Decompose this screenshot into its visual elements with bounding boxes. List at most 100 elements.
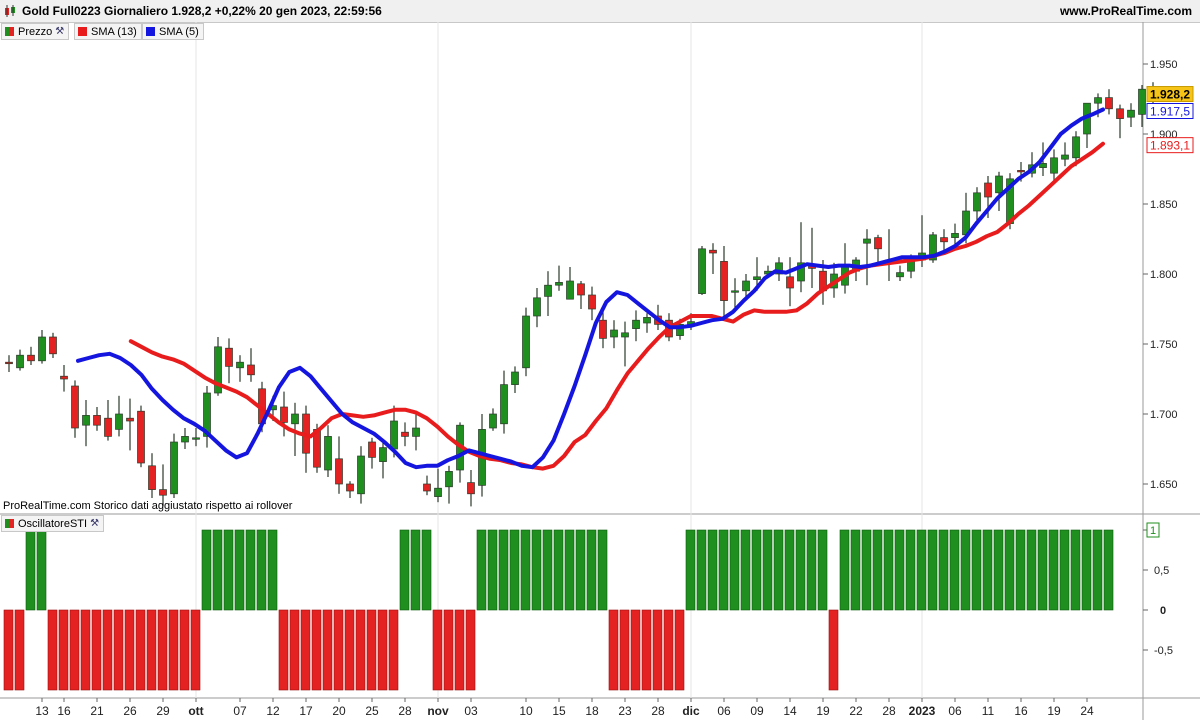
price-tag-label: 1.893,1 xyxy=(1150,139,1190,153)
time-tick-label: 20 xyxy=(332,704,346,718)
chart-title: Gold Full0223 Giornaliero 1.928,2 +0,22%… xyxy=(22,4,382,18)
candle-body xyxy=(709,249,717,254)
wrench-icon[interactable]: ⚒ xyxy=(90,518,99,529)
candle-body xyxy=(467,482,475,495)
oscillator-bar xyxy=(960,529,971,611)
oscillator-bar xyxy=(399,529,410,611)
sma13-swatch xyxy=(78,27,87,36)
oscillator-bar xyxy=(267,529,278,611)
candle-body xyxy=(115,413,123,430)
site-link[interactable]: www.ProRealTime.com xyxy=(1060,4,1192,18)
candle-body xyxy=(1072,136,1080,159)
oscillator-bar xyxy=(520,529,531,611)
oscillator-bar xyxy=(212,529,223,611)
oscillator-bar xyxy=(421,529,432,611)
time-tick-label: 15 xyxy=(552,704,566,718)
legend-price[interactable]: Prezzo ⚒ xyxy=(1,23,70,40)
oscillator-bar xyxy=(366,609,377,691)
candle-body xyxy=(698,248,706,294)
oscillator-bar xyxy=(564,529,575,611)
oscillator-bar xyxy=(949,529,960,611)
legend-oscillator[interactable]: OscillatoreSTI ⚒ xyxy=(1,515,105,532)
oscillator-bar xyxy=(553,529,564,611)
oscillator-bar xyxy=(476,529,487,611)
candle-body xyxy=(148,465,156,490)
candle-body xyxy=(49,336,57,355)
candle-body xyxy=(137,410,145,464)
price-swatch xyxy=(5,27,14,36)
candle-body xyxy=(1105,97,1113,110)
candle-body xyxy=(434,487,442,497)
candle-body xyxy=(412,427,420,437)
oscillator-bar xyxy=(872,529,883,611)
candle-body xyxy=(16,354,24,369)
candle-body xyxy=(93,415,101,426)
time-tick-label: 2023 xyxy=(909,704,936,718)
oscillator-bar xyxy=(828,609,839,691)
oscillator-bar xyxy=(1037,529,1048,611)
time-tick-label: ott xyxy=(188,704,203,718)
oscillator-bar xyxy=(729,529,740,611)
candle-body xyxy=(401,431,409,437)
oscillator-bar xyxy=(531,529,542,611)
candle-body xyxy=(786,276,794,289)
oscillator-swatch xyxy=(5,519,14,528)
candle-body xyxy=(60,375,68,380)
oscillator-bar xyxy=(982,529,993,611)
oscillator-bar xyxy=(377,609,388,691)
candle-body xyxy=(500,384,508,425)
time-tick-label: 09 xyxy=(750,704,764,718)
candle-body xyxy=(610,329,618,338)
time-tick-label: 10 xyxy=(519,704,533,718)
oscillator-bar xyxy=(586,529,597,611)
time-tick-label: 19 xyxy=(1047,704,1061,718)
oscillator-bar xyxy=(234,529,245,611)
price-tick-label: 1.800 xyxy=(1150,269,1178,281)
candle-body xyxy=(577,283,585,296)
oscillator-bar xyxy=(674,609,685,691)
oscillator-bar xyxy=(454,609,465,691)
time-tick-label: 19 xyxy=(816,704,830,718)
candle-body xyxy=(5,361,13,365)
candle-body xyxy=(588,294,596,310)
oscillator-bar xyxy=(663,609,674,691)
time-tick-label: 06 xyxy=(948,704,962,718)
oscillator-bar xyxy=(762,529,773,611)
oscillator-bar xyxy=(619,609,630,691)
candle-body xyxy=(896,272,904,278)
oscillator-bar xyxy=(443,609,454,691)
oscillator-bar xyxy=(509,529,520,611)
legend-sma13[interactable]: SMA (13) xyxy=(74,23,142,40)
legend-oscillator-label: OscillatoreSTI xyxy=(18,517,88,530)
oscillator-bar xyxy=(927,529,938,611)
oscillator-bar xyxy=(993,529,1004,611)
time-tick-label: 25 xyxy=(365,704,379,718)
sma13-line xyxy=(128,141,1105,471)
candle-body xyxy=(599,319,607,339)
oscillator-bar xyxy=(432,609,443,691)
osc-tick-label: 1 xyxy=(1150,525,1156,537)
candle-body xyxy=(170,441,178,495)
candle-body xyxy=(192,437,200,440)
candle-body xyxy=(621,332,629,338)
wrench-icon[interactable]: ⚒ xyxy=(55,26,64,37)
rollover-note: ProRealTime.com Storico dati aggiustato … xyxy=(3,500,293,512)
legend-sma5[interactable]: SMA (5) xyxy=(142,23,204,40)
oscillator-bar xyxy=(1092,529,1103,611)
oscillator-bar xyxy=(773,529,784,611)
oscillator-bar xyxy=(894,529,905,611)
oscillator-bar xyxy=(3,609,14,691)
oscillator-bar xyxy=(300,609,311,691)
time-tick-label: nov xyxy=(427,704,449,718)
candle-body xyxy=(555,282,563,286)
time-tick-label: 03 xyxy=(464,704,478,718)
time-tick-label: 06 xyxy=(717,704,731,718)
price-tag-label: 1.928,2 xyxy=(1150,88,1190,102)
chart-canvas[interactable]: 1.6501.7001.7501.8001.8501.9001.95010,50… xyxy=(0,22,1200,720)
oscillator-bar xyxy=(355,609,366,691)
candle-body xyxy=(236,361,244,369)
oscillator-bar xyxy=(36,529,47,611)
candle-body xyxy=(1138,88,1146,115)
osc-tick-label: -0,5 xyxy=(1154,645,1173,657)
time-tick-label: 13 xyxy=(35,704,49,718)
